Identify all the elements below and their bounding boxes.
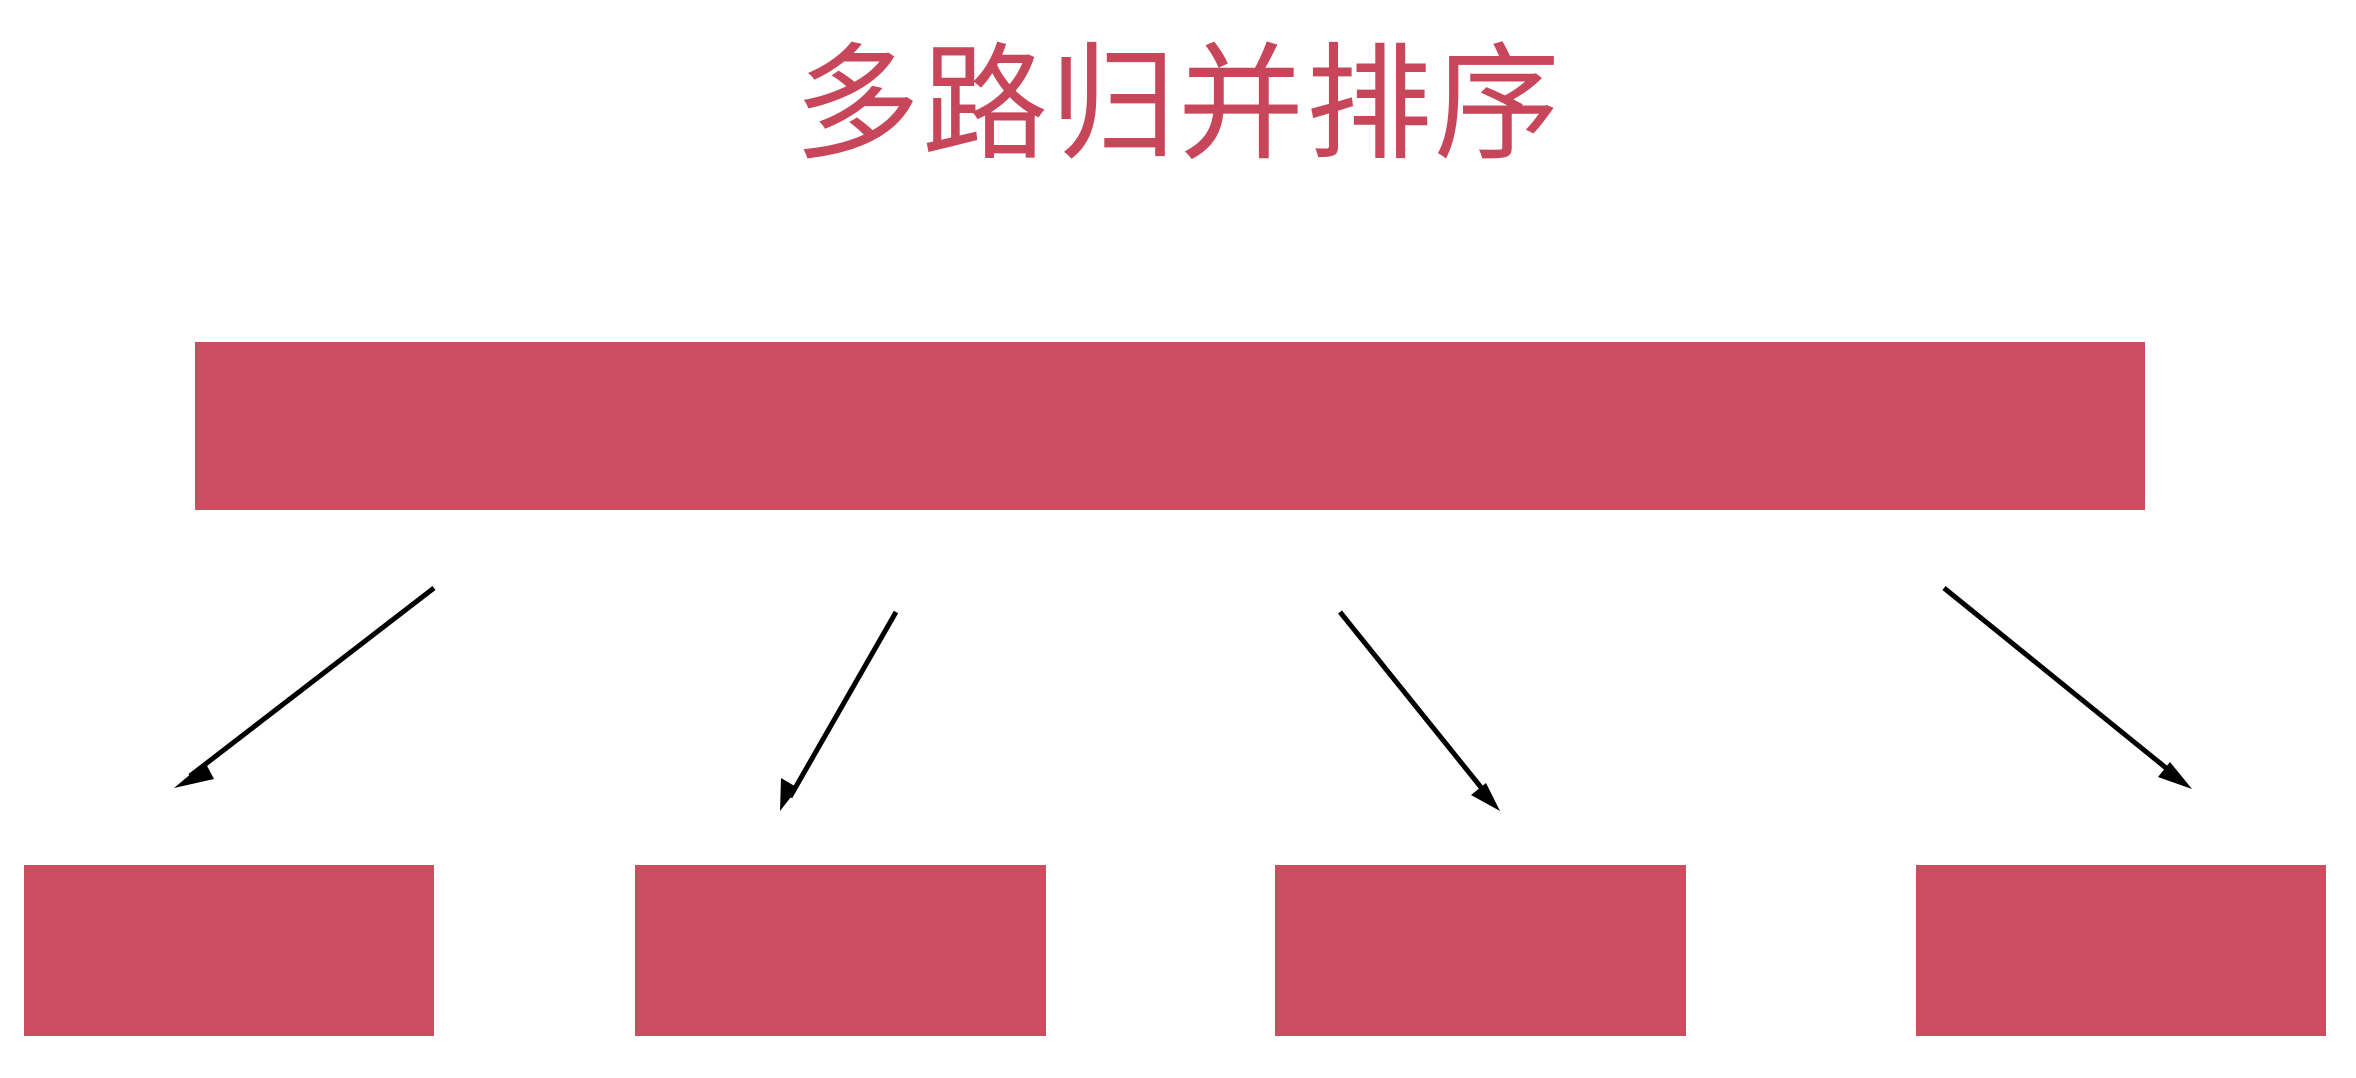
arrow-to-child-4 xyxy=(1942,586,2192,789)
child-array-bar-1 xyxy=(24,865,434,1036)
child-array-bar-4 xyxy=(1916,865,2326,1036)
child-array-bar-2 xyxy=(635,865,1046,1036)
arrow-to-child-1 xyxy=(174,586,436,788)
arrow-to-child-3 xyxy=(1338,610,1500,811)
arrow-to-child-2 xyxy=(780,610,899,811)
child-array-bar-3 xyxy=(1275,865,1686,1036)
